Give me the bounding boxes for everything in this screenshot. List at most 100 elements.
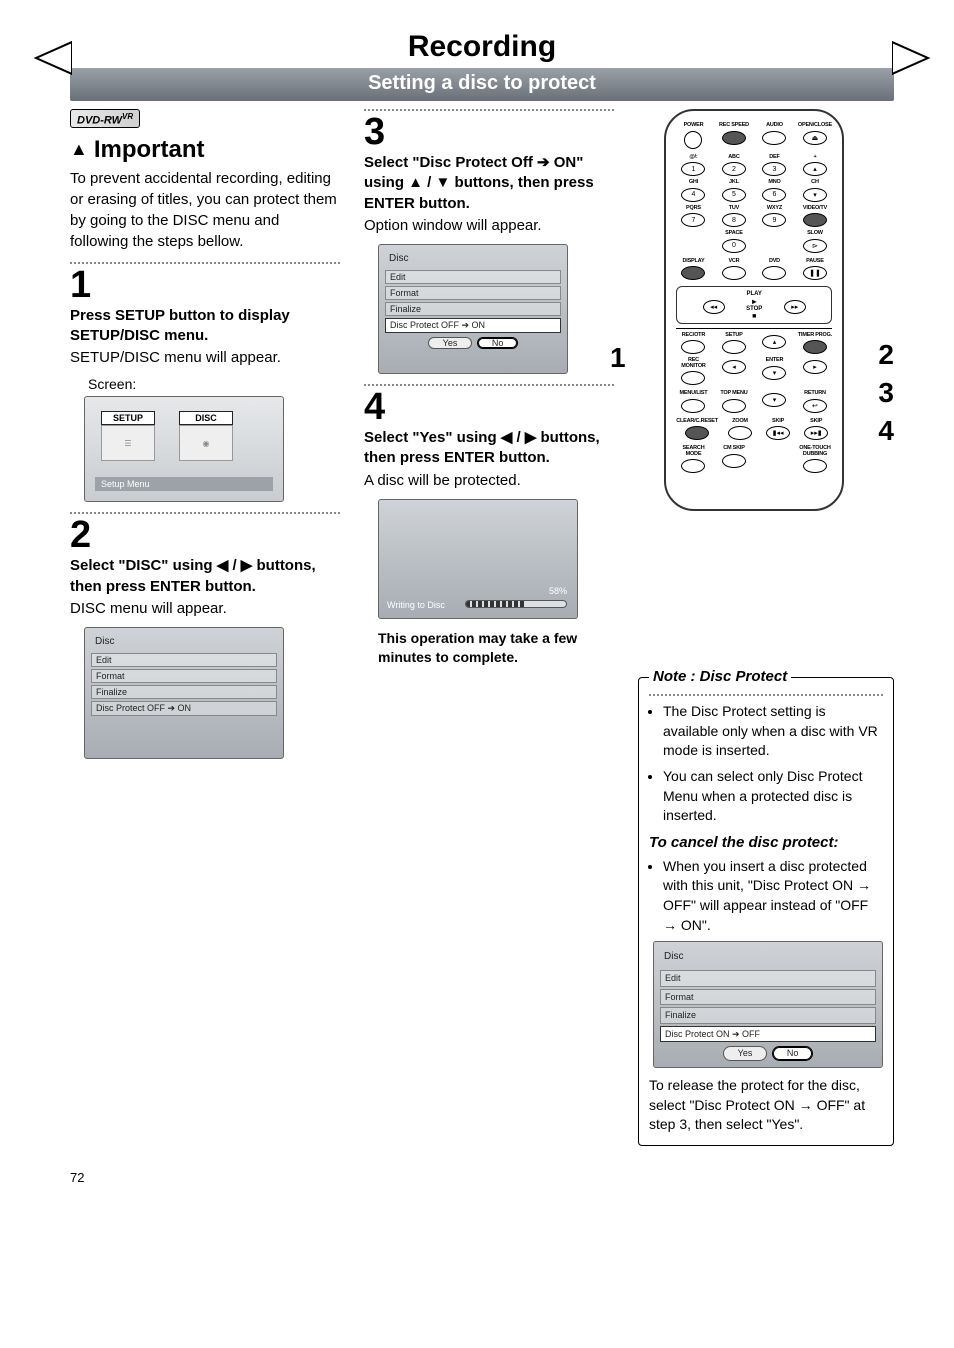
step-4-number: 4 [364,388,614,426]
screen-label: Screen: [88,376,340,392]
num-1-button[interactable]: 1 [681,162,705,176]
setup-tab-icon: ☰ [101,425,155,461]
num-6-button[interactable]: 6 [762,188,786,202]
menu-row: Edit [91,653,277,667]
timer-prog-button[interactable] [803,340,827,354]
pause-button[interactable]: ❚❚ [803,266,827,280]
search-mode-button[interactable] [681,459,705,473]
step-4-body: A disc will be protected. [364,471,614,491]
pause-label: PAUSE [798,259,833,265]
writing-progress-screen: 58% Writing to Disc [378,499,578,619]
num-0-button[interactable]: 0 [722,239,746,253]
progress-bar [465,600,567,608]
rec-monitor-button[interactable] [681,371,705,385]
note-bullet: The Disc Protect setting is available on… [663,702,883,761]
vcr-button[interactable] [722,266,746,280]
video-tv-button[interactable] [803,213,827,227]
enter-label: ENTER [757,358,792,364]
right-button[interactable]: ▸ [803,360,827,374]
remote-row-3: DISPLAY VCR DVD PAUSE❚❚ [676,259,832,281]
num-9-button[interactable]: 9 [762,213,786,227]
menu-list-button[interactable] [681,399,705,413]
setup-label: SETUP [717,333,752,339]
clear-button[interactable] [685,426,709,440]
dvd-button[interactable] [762,266,786,280]
key-sup: ABC [717,155,752,161]
skip-back-label: SKIP [762,419,794,425]
key-sup: SLOW [798,231,833,237]
menu-row: Disc Protect OFF ➔ ON [91,701,277,716]
column-3: 1 POWER REC SPEED AUDIO OPEN/CLOSE⏏ @/:1… [638,109,894,1146]
step-2-bold: Select "DISC" using ◀ / ▶ buttons, then … [70,556,340,597]
key-sup: + [798,155,833,161]
top-menu-button[interactable] [722,399,746,413]
step-2-number: 2 [70,516,340,554]
yes-option: Yes [723,1046,768,1061]
important-body: To prevent accidental recording, editing… [70,168,340,252]
skip-back-button[interactable]: ▮◂◂ [766,426,790,440]
num-3-button[interactable]: 3 [762,162,786,176]
header-wedge-left [32,38,72,78]
zoom-button[interactable] [728,426,752,440]
no-option: No [477,337,519,349]
down-button[interactable]: ▾ [762,393,786,407]
rew-button[interactable]: ◂◂ [703,300,725,314]
disc-menu-screen-1: Disc Edit Format Finalize Disc Protect O… [84,627,284,759]
ch-up-button[interactable]: ▴ [803,162,827,176]
left-button[interactable]: ◂ [722,360,746,374]
remote-indicator-2: 2 [878,341,894,369]
cancel-heading: To cancel the disc protect: [649,832,883,853]
page-number: 72 [70,1170,894,1185]
progress-label: Writing to Disc [387,600,445,610]
remote-indicator-1: 1 [610,344,626,372]
key-sup: PQRS [676,206,711,212]
yes-no-row: Yes No [385,337,561,349]
display-button[interactable] [681,266,705,280]
menu-row: Finalize [660,1007,876,1024]
return-button[interactable]: ↩ [803,399,827,413]
remote-indicator-4: 4 [878,417,894,445]
power-label: POWER [676,123,711,129]
slow-button[interactable]: ⊳ [803,239,827,253]
disc-menu-title: Disc [385,251,561,266]
open-close-button[interactable]: ⏏ [803,131,827,145]
disc-menu-screen-cancel: Disc Edit Format Finalize Disc Protect O… [653,941,883,1068]
badge-text: DVD-RW [77,115,122,127]
step-1-bold: Press SETUP button to display SETUP/DISC… [70,306,340,347]
remote-right-indicators: 2 3 4 [878,341,894,445]
num-8-button[interactable]: 8 [722,213,746,227]
setup-button[interactable] [722,340,746,354]
power-button[interactable] [684,131,702,149]
setup-footer: Setup Menu [95,477,273,491]
manual-page: Recording Setting a disc to protect DVD-… [0,0,954,1215]
cm-skip-label: CM SKIP [717,446,752,452]
num-5-button[interactable]: 5 [722,188,746,202]
menu-row-selected: Disc Protect ON ➔ OFF [660,1026,876,1043]
cancel-bullets: When you insert a disc protected with th… [649,857,883,935]
num-7-button[interactable]: 7 [681,213,705,227]
audio-button[interactable] [762,131,786,145]
page-title: Recording [70,30,894,68]
remote-row-6: MENU/LIST TOP MENU ▾ RETURN↩ [676,391,832,413]
one-touch-dubbing-button[interactable] [803,459,827,473]
search-mode-label: SEARCH MODE [676,446,711,457]
ff-button[interactable]: ▸▸ [784,300,806,314]
menu-row: Edit [385,270,561,284]
enter-button[interactable]: ▾ [762,366,786,380]
progress-fill [466,601,524,607]
rec-speed-button[interactable] [722,131,746,145]
num-2-button[interactable]: 2 [722,162,746,176]
key-sup: CH [798,180,833,186]
ch-down-button[interactable]: ▾ [803,188,827,202]
up-button[interactable]: ▴ [762,335,786,349]
important-heading: Important [70,136,340,164]
num-4-button[interactable]: 4 [681,188,705,202]
menu-row: Finalize [385,302,561,316]
header-wedge-right [892,38,932,78]
top-menu-label: TOP MENU [717,391,752,397]
skip-fwd-button[interactable]: ▸▸▮ [804,426,828,440]
cm-skip-button[interactable] [722,454,746,468]
remote-numpad: @/:1 ABC2 DEF3 +▴ GHI4 JKL5 MNO6 CH▾ PQR… [676,155,832,253]
rec-otr-button[interactable] [681,340,705,354]
rec-monitor-label: REC MONITOR [676,358,711,369]
